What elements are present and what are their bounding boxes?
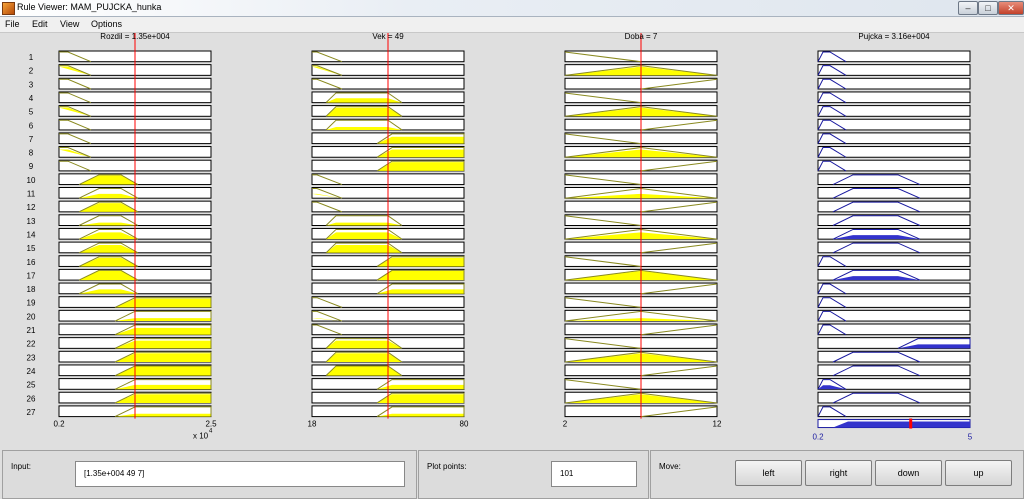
fired-area (377, 136, 464, 144)
rule-label: 1 (29, 53, 34, 62)
menu-file[interactable]: File (5, 19, 20, 29)
mf-box (817, 405, 971, 418)
column-title: Rozdil = 1.35e+004 (100, 33, 170, 41)
axis-tick-min: 2 (563, 420, 568, 429)
rule-label: 23 (27, 353, 36, 362)
rule-label: 25 (27, 381, 36, 390)
axis-exponent-power: 4 (209, 429, 213, 435)
aggregate-area (833, 421, 970, 428)
rule-label: 4 (29, 94, 34, 103)
mf-box (817, 309, 971, 322)
mf-box (817, 50, 971, 63)
rule-label: 12 (27, 203, 36, 212)
move-label: Move: (659, 462, 681, 471)
rule-label: 21 (27, 326, 36, 335)
move-left-button[interactable]: left (735, 460, 802, 486)
rule-label: 24 (27, 367, 36, 376)
maximize-button[interactable]: □ (978, 1, 998, 15)
fired-area (377, 270, 464, 281)
rule-label: 27 (27, 408, 36, 417)
rule-label: 15 (27, 244, 36, 253)
matlab-app-icon (2, 2, 15, 15)
fired-area (377, 289, 464, 294)
rule-label: 11 (27, 190, 36, 199)
axis-tick-max: 2.5 (205, 420, 217, 429)
rule-label: 6 (29, 121, 34, 130)
plot-points-panel: Plot points: 101 (418, 450, 649, 499)
column-title: Pujcka = 3.16e+004 (858, 33, 930, 41)
fired-area (377, 162, 464, 171)
input-field[interactable]: [1.35e+004 49 7] (75, 461, 405, 487)
rule-label: 9 (29, 162, 34, 171)
title-bar: Rule Viewer: MAM_PUJCKA_hunka – □ ✕ (0, 0, 1024, 17)
mf-box (817, 200, 971, 213)
close-button[interactable]: ✕ (998, 1, 1024, 15)
menu-options[interactable]: Options (91, 19, 122, 29)
mf-box (817, 91, 971, 104)
axis-tick-max: 5 (968, 433, 973, 442)
mf-box (817, 241, 971, 254)
rule-label: 5 (29, 108, 34, 117)
mf-box (817, 323, 971, 336)
mf-box (817, 132, 971, 145)
rule-label: 10 (27, 176, 36, 185)
mf-box (817, 187, 971, 199)
mf-box (817, 118, 971, 131)
fired-area (377, 413, 464, 417)
mf-box (817, 296, 971, 308)
input-panel: Input: [1.35e+004 49 7] (2, 450, 417, 499)
plot-points-field[interactable]: 101 (551, 461, 637, 487)
rule-label: 2 (29, 67, 34, 76)
move-up-button[interactable]: up (945, 460, 1012, 486)
move-right-button[interactable]: right (805, 460, 872, 486)
column-title: Doba = 7 (625, 33, 658, 41)
rule-plot-area[interactable]: 1234567891011121314151617181920212223242… (0, 33, 1024, 448)
axis-tick-min: 18 (308, 420, 317, 429)
rule-label: 8 (29, 149, 34, 158)
rule-label: 20 (27, 312, 36, 321)
mf-box (817, 350, 971, 363)
menu-bar: File Edit View Options (0, 17, 1024, 33)
rule-label: 17 (27, 271, 36, 280)
rule-label: 14 (27, 230, 36, 239)
move-panel: Move: left right down up (650, 450, 1024, 499)
mf-box (817, 64, 971, 76)
mf-box (817, 391, 971, 404)
mf-box (817, 282, 971, 295)
rule-label: 16 (27, 258, 36, 267)
mf-box (817, 214, 971, 227)
axis-tick-min: 0.2 (53, 420, 65, 429)
rule-label: 26 (27, 394, 36, 403)
minimize-button[interactable]: – (958, 1, 978, 15)
move-down-button[interactable]: down (875, 460, 942, 486)
mf-box (817, 159, 971, 172)
rule-label: 13 (27, 217, 36, 226)
rule-label: 7 (29, 135, 34, 144)
input-label: Input: (11, 462, 32, 471)
rule-label: 3 (29, 80, 34, 89)
rule-label: 18 (27, 285, 36, 294)
mf-box (817, 255, 971, 267)
mf-box (817, 105, 971, 117)
fired-area (377, 257, 464, 267)
fired-area (377, 394, 464, 403)
mf-box (817, 77, 971, 90)
axis-tick-min: 0.2 (812, 433, 824, 442)
menu-view[interactable]: View (60, 19, 79, 29)
column-title: Vek = 49 (372, 33, 404, 41)
rule-label: 19 (27, 299, 36, 308)
rule-label: 22 (27, 340, 36, 349)
axis-exponent: x 10 (193, 432, 209, 441)
mf-box (817, 146, 971, 158)
mf-box (817, 378, 971, 390)
fired-area (377, 384, 464, 390)
plot-points-label: Plot points: (427, 462, 467, 471)
menu-edit[interactable]: Edit (32, 19, 48, 29)
axis-tick-max: 12 (713, 420, 722, 429)
axis-tick-max: 80 (460, 420, 469, 429)
mf-box (817, 364, 971, 377)
window-title: Rule Viewer: MAM_PUJCKA_hunka (17, 2, 162, 12)
mf-box (817, 173, 971, 186)
fired-area (377, 149, 464, 158)
